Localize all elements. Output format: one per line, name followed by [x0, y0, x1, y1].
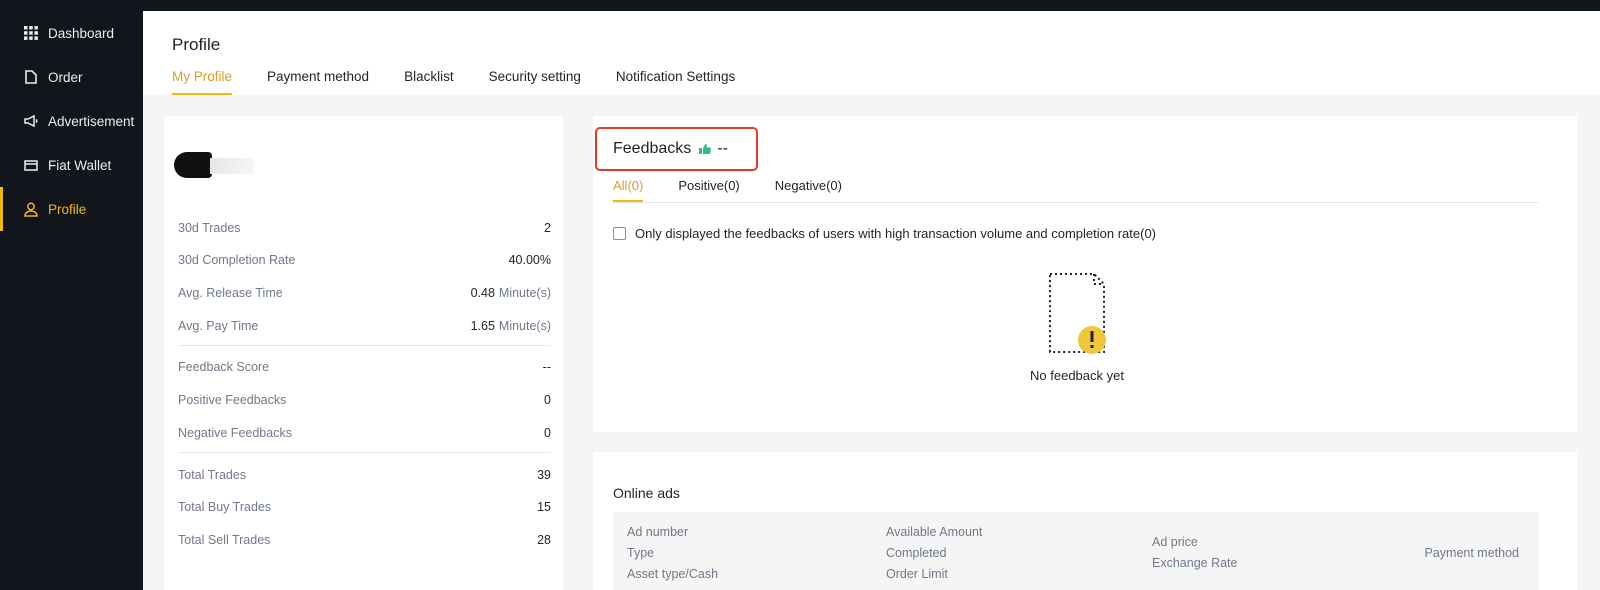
main-content: Profile My Profile Payment method Blackl…	[143, 11, 1600, 590]
profile-tabs: My Profile Payment method Blacklist Secu…	[172, 69, 770, 95]
high-volume-filter-label: Only displayed the feedbacks of users wi…	[635, 226, 1157, 241]
user-stats-card: 30d Trades 2 30d Completion Rate 40.00% …	[164, 116, 563, 590]
tab-notification-settings[interactable]: Notification Settings	[616, 69, 735, 95]
sidebar-item-label: Fiat Wallet	[48, 157, 112, 173]
online-ads-table-header: Ad number Type Asset type/Cash Available…	[613, 512, 1539, 590]
column-available-amount: Available Amount	[886, 525, 983, 539]
thumbs-up-icon	[699, 143, 712, 155]
stat-30d-trades: 30d Trades 2	[178, 221, 551, 235]
page-header: Profile My Profile Payment method Blackl…	[143, 11, 1600, 95]
sidebar-item-label: Advertisement	[48, 113, 135, 129]
feedbacks-header: Feedbacks --	[613, 140, 728, 158]
stat-positive-feedbacks: Positive Feedbacks 0	[178, 393, 551, 407]
column-ad-price: Ad price	[1152, 535, 1198, 549]
column-ad-number: Ad number	[627, 525, 689, 539]
column-asset-type: Asset type/Cash	[627, 567, 719, 581]
high-volume-filter[interactable]: Only displayed the feedbacks of users wi…	[613, 226, 1156, 241]
stat-avg-release-time: Avg. Release Time 0.48 Minute(s)	[178, 286, 551, 300]
tab-payment-method[interactable]: Payment method	[267, 69, 369, 95]
column-payment-method: Payment method	[1424, 546, 1520, 560]
empty-state-text: No feedback yet	[1030, 368, 1124, 383]
stat-total-trades: Total Trades 39	[178, 468, 551, 482]
empty-document-warning-icon	[1048, 272, 1118, 360]
column-completed: Completed	[886, 546, 947, 560]
document-icon	[23, 69, 39, 85]
tab-my-profile[interactable]: My Profile	[172, 69, 233, 95]
divider	[613, 202, 1539, 203]
user-icon	[23, 201, 39, 217]
tab-feedback-negative[interactable]: Negative(0)	[775, 178, 842, 202]
column-order-limit: Order Limit	[886, 567, 948, 581]
divider	[178, 345, 551, 346]
sidebar-item-fiat-wallet[interactable]: Fiat Wallet	[0, 143, 143, 187]
feedback-score-value: --	[717, 140, 728, 157]
divider	[178, 452, 551, 453]
sidebar: Dashboard Order Advertisement Fiat Walle…	[0, 11, 143, 590]
megaphone-icon	[23, 113, 39, 129]
high-volume-filter-checkbox[interactable]	[613, 227, 626, 240]
stat-30d-completion-rate: 30d Completion Rate 40.00%	[178, 253, 551, 267]
nickname-redacted	[210, 158, 254, 174]
top-bar	[0, 0, 1600, 11]
stat-avg-pay-time: Avg. Pay Time 1.65 Minute(s)	[178, 319, 551, 333]
wallet-icon	[23, 157, 39, 173]
sidebar-item-label: Profile	[48, 201, 87, 217]
stat-negative-feedbacks: Negative Feedbacks 0	[178, 426, 551, 440]
sidebar-item-label: Order	[48, 69, 83, 85]
stat-total-sell-trades: Total Sell Trades 28	[178, 533, 551, 547]
sidebar-item-profile[interactable]: Profile	[0, 187, 143, 231]
column-exchange-rate: Exchange Rate	[1152, 556, 1238, 570]
feedbacks-card: Feedbacks -- All(0) Positive(0) Negative…	[593, 116, 1577, 432]
tab-security-setting[interactable]: Security setting	[489, 69, 581, 95]
grid-icon	[23, 25, 39, 41]
feedbacks-title: Feedbacks	[613, 140, 692, 157]
page-title: Profile	[172, 35, 221, 54]
feedback-tabs: All(0) Positive(0) Negative(0)	[613, 178, 877, 202]
online-ads-card: Online ads Ad number Type Asset type/Cas…	[593, 452, 1577, 590]
avatar	[174, 152, 212, 178]
sidebar-item-advertisement[interactable]: Advertisement	[0, 99, 143, 143]
tab-feedback-all[interactable]: All(0)	[613, 178, 644, 202]
stat-feedback-score: Feedback Score --	[178, 360, 551, 374]
sidebar-item-order[interactable]: Order	[0, 55, 143, 99]
sidebar-item-label: Dashboard	[48, 25, 115, 41]
tab-blacklist[interactable]: Blacklist	[404, 69, 454, 95]
tab-feedback-positive[interactable]: Positive(0)	[678, 178, 739, 202]
sidebar-item-dashboard[interactable]: Dashboard	[0, 11, 143, 55]
column-type: Type	[627, 546, 655, 560]
online-ads-title: Online ads	[613, 485, 680, 501]
stat-total-buy-trades: Total Buy Trades 15	[178, 500, 551, 514]
